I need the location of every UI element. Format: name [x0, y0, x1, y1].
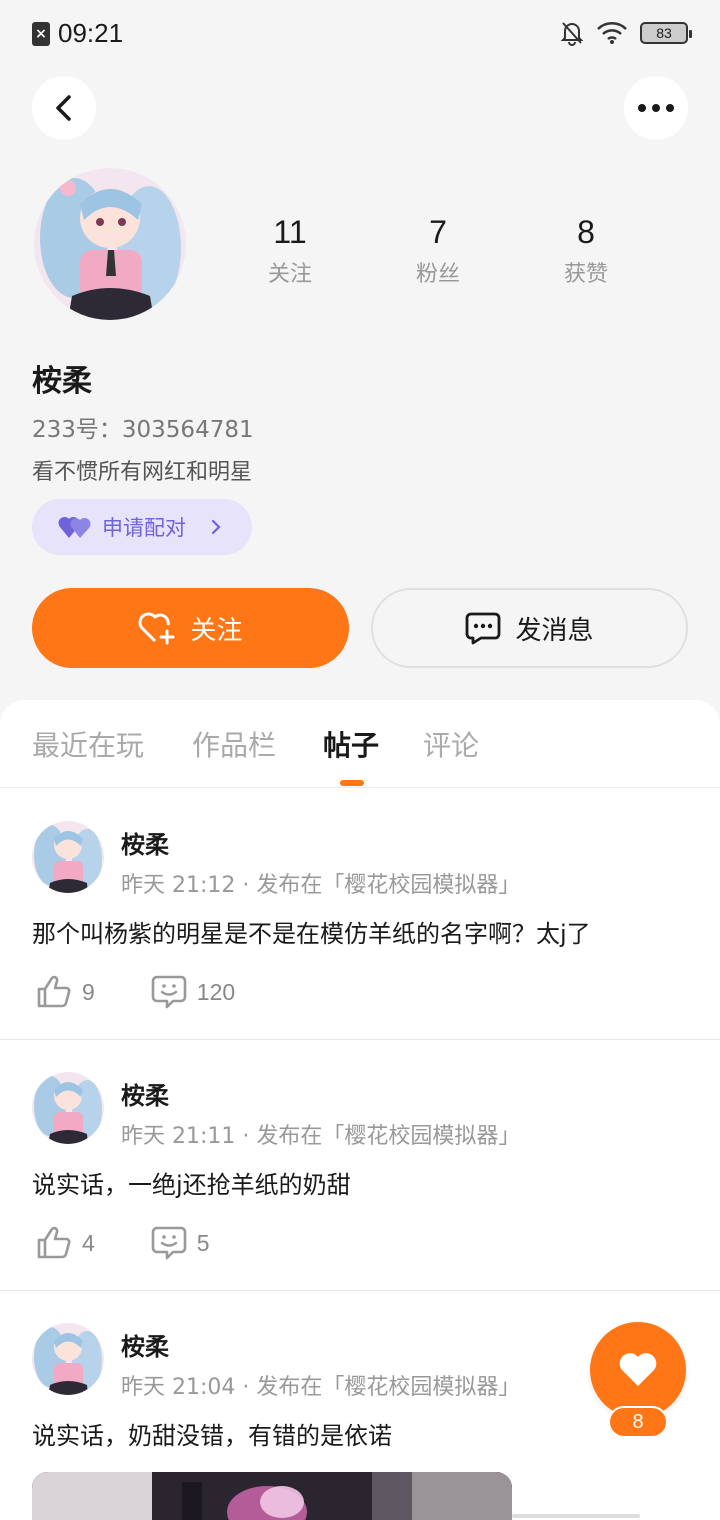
like-count: 4	[82, 1229, 95, 1256]
more-dots-icon	[638, 104, 674, 112]
anime-avatar-image	[32, 821, 104, 893]
chevron-right-icon	[211, 519, 221, 535]
follow-label: 关注	[190, 615, 243, 646]
post-meta: 昨天 21:04 · 发布在「樱花校园模拟器」	[121, 1375, 521, 1400]
status-time: 09:21	[58, 18, 124, 48]
comment-button[interactable]: 120	[151, 975, 235, 1009]
double-heart-icon	[58, 516, 91, 538]
chat-bubble-icon	[466, 612, 501, 645]
post-actions: 4 5	[36, 1226, 210, 1260]
apply-pair-label: 申请配对	[102, 516, 186, 540]
apply-pair-button[interactable]: 申请配对	[32, 499, 252, 555]
floating-like-button[interactable]	[590, 1322, 686, 1418]
post-meta: 昨天 21:12 · 发布在「樱花校园模拟器」	[121, 873, 521, 898]
post-author-avatar[interactable]	[32, 1072, 104, 1144]
tab-comments[interactable]: 评论	[423, 724, 479, 764]
thumbs-up-icon	[37, 1226, 71, 1259]
more-options-button[interactable]	[624, 76, 688, 140]
post-actions: 9 120	[36, 975, 235, 1009]
post-text: 说实话，奶甜没错，有错的是依诺	[32, 1422, 392, 1450]
anime-avatar-image	[34, 168, 186, 320]
stat-following[interactable]: 11 关注	[216, 210, 364, 288]
post-photo-image	[32, 1472, 512, 1520]
post-author-name[interactable]: 桉柔	[121, 1076, 169, 1111]
profile-uid: 233号：303564781	[32, 417, 254, 443]
battery-indicator: 83	[640, 22, 692, 44]
mute-bell-icon	[560, 22, 584, 46]
like-button[interactable]: 4	[36, 1226, 95, 1260]
post-image[interactable]	[32, 1472, 512, 1520]
status-bar: × 09:21 83	[0, 0, 720, 66]
back-arrow-icon	[56, 95, 71, 121]
post-text: 说实话，一绝j还抢羊纸的奶甜	[32, 1171, 351, 1199]
post-author-avatar[interactable]	[32, 1323, 104, 1395]
heart-icon	[619, 1353, 657, 1386]
post-meta: 昨天 21:11 · 发布在「樱花校园模拟器」	[121, 1124, 521, 1149]
profile-avatar[interactable]	[34, 168, 186, 320]
post-item[interactable]: 桉柔 昨天 21:12 · 发布在「樱花校园模拟器」 那个叫杨紫的明星是不是在模…	[0, 789, 720, 1040]
anime-avatar-image	[32, 1323, 104, 1395]
back-button[interactable]	[32, 76, 96, 140]
like-count: 9	[82, 978, 95, 1005]
comment-smile-icon	[151, 975, 187, 1009]
post-author-avatar[interactable]	[32, 821, 104, 893]
tab-recently-played[interactable]: 最近在玩	[32, 724, 144, 764]
anime-avatar-image	[32, 1072, 104, 1144]
comment-count: 120	[196, 978, 236, 1005]
comment-count: 5	[196, 1229, 210, 1256]
floating-like-count: 8	[608, 1406, 668, 1438]
profile-bio: 看不惯所有网红和明星	[32, 460, 253, 485]
comment-smile-icon	[151, 1226, 187, 1260]
stat-fans[interactable]: 7 粉丝	[364, 210, 512, 288]
like-button[interactable]: 9	[36, 975, 95, 1009]
scrollbar	[512, 1514, 640, 1518]
tab-posts[interactable]: 帖子	[323, 724, 379, 764]
active-tab-indicator	[340, 780, 364, 786]
profile-tabs: 最近在玩 作品栏 帖子 评论	[0, 700, 720, 788]
post-author-name[interactable]: 桉柔	[121, 825, 169, 860]
stat-likes[interactable]: 8 获赞	[512, 210, 660, 288]
profile-name: 桉柔	[32, 364, 92, 399]
thumbs-up-icon	[37, 975, 71, 1008]
post-author-name[interactable]: 桉柔	[121, 1327, 169, 1362]
notification-close-icon: ×	[32, 21, 50, 46]
wifi-icon	[597, 22, 627, 44]
post-text: 那个叫杨紫的明星是不是在模仿羊纸的名字啊？太j了	[32, 920, 591, 948]
comment-button[interactable]: 5	[151, 1226, 210, 1260]
send-message-label: 发消息	[515, 615, 594, 646]
send-message-button[interactable]: 发消息	[371, 588, 688, 668]
tab-works[interactable]: 作品栏	[192, 724, 276, 764]
post-item[interactable]: 桉柔 昨天 21:11 · 发布在「樱花校园模拟器」 说实话，一绝j还抢羊纸的奶…	[0, 1040, 720, 1291]
heart-plus-icon	[139, 612, 175, 645]
follow-button[interactable]: 关注	[32, 588, 349, 668]
profile-stats: 11 关注 7 粉丝 8 获赞	[216, 210, 660, 288]
